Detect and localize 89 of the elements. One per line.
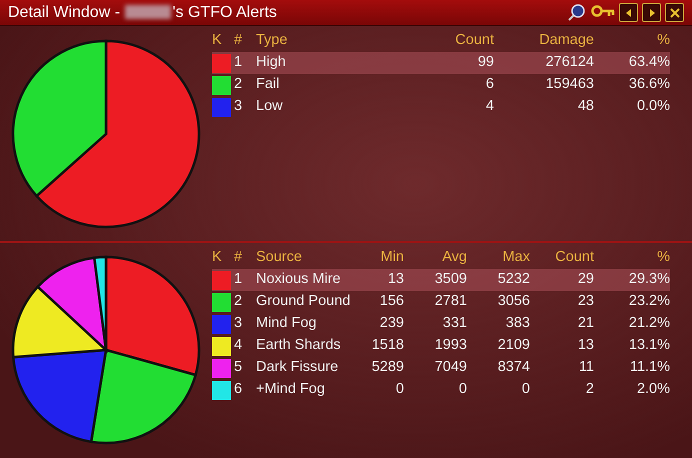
table-cell-text: 3: [234, 314, 244, 334]
table-cell-text: 276124: [544, 53, 594, 72]
table-cell-text: 2: [234, 75, 244, 94]
table-cell-text: 159463: [544, 75, 594, 94]
table-cell-text: 21: [576, 314, 594, 334]
column-header[interactable]: Count: [414, 30, 494, 52]
table-cell-text: 3056: [496, 292, 530, 312]
column-header[interactable]: #: [234, 30, 256, 52]
column-header[interactable]: Source: [256, 247, 356, 269]
table-cell-text: 4: [234, 336, 244, 356]
table-cell-text: 13: [576, 336, 594, 356]
column-header[interactable]: Type: [256, 30, 414, 52]
window-title: 's GTFO Alerts: [172, 4, 277, 20]
table-cell-text: Fail: [256, 75, 280, 94]
table-row[interactable]: 3 Low 4 48 0.0%: [212, 96, 670, 118]
table-cell-text: 63.4%: [628, 53, 670, 72]
table-cell-text: 5232: [496, 270, 530, 290]
table-cell-text: 0.0%: [636, 97, 670, 116]
column-header[interactable]: Count: [530, 247, 594, 269]
table-cell-text: 99: [476, 53, 494, 72]
column-header[interactable]: Min: [356, 247, 404, 269]
table-cell-text: 23.2%: [628, 292, 670, 312]
table-cell-text: 2109: [496, 336, 530, 356]
table-cell-text: 6: [484, 75, 494, 94]
table-cell-text: Noxious Mire: [256, 270, 342, 290]
table-row[interactable]: 1 Noxious Mire 13 3509 5232 29 29.3%: [212, 269, 670, 291]
table-cell-text: 1: [234, 270, 244, 290]
table-cell-text: 5289: [370, 358, 404, 378]
table-cell-text: 29.3%: [628, 270, 670, 290]
next-button[interactable]: [642, 3, 661, 22]
table-cell-text: 11: [578, 358, 594, 378]
table-cell-text: Dark Fissure: [256, 358, 340, 378]
table-cell-text: 331: [442, 314, 467, 334]
table-cell-text: 11.1%: [628, 358, 670, 378]
table-cell-text: 2.0%: [636, 380, 670, 400]
table-cell-text: 13: [386, 270, 404, 290]
table-row[interactable]: 6 +Mind Fog 0 0 0 2 2.0%: [212, 379, 670, 401]
table-row[interactable]: 3 Mind Fog 239 331 383 21 21.2%: [212, 313, 670, 335]
table-cell-text: Mind Fog: [256, 314, 318, 334]
table-cell-text: 13.1%: [628, 336, 670, 356]
table-cell-text: High: [256, 53, 287, 72]
table-row[interactable]: 2 Ground Pound 156 2781 3056 23 23.2%: [212, 291, 670, 313]
table-cell-text: 156: [378, 292, 404, 312]
blurred-name: [125, 5, 172, 20]
column-header[interactable]: Avg: [404, 247, 467, 269]
table-cell-text: 239: [378, 314, 404, 334]
table-cell-text: 1518: [370, 336, 404, 356]
column-header[interactable]: K: [212, 247, 234, 269]
table-cell-text: 0: [520, 380, 530, 400]
column-header[interactable]: Max: [467, 247, 530, 269]
table-cell-text: 4: [484, 97, 494, 116]
column-header[interactable]: %: [594, 30, 670, 52]
table-cell-text: 5: [234, 358, 244, 378]
table-cell-text: 21.2%: [628, 314, 670, 334]
previous-button[interactable]: [619, 3, 638, 22]
column-header[interactable]: K: [212, 30, 234, 52]
column-header[interactable]: Damage: [494, 30, 594, 52]
table-cell-text: 383: [504, 314, 530, 334]
column-header[interactable]: %: [594, 247, 670, 269]
table-row[interactable]: 5 Dark Fissure 5289 7049 8374 11 11.1%: [212, 357, 670, 379]
table-cell-text: 2: [234, 292, 244, 312]
table-cell-text: 0: [458, 380, 467, 400]
table-cell-text: 6: [234, 380, 244, 400]
table-cell-text: 1: [234, 53, 244, 72]
table-cell-text: Low: [256, 97, 284, 116]
table-cell-text: Ground Pound: [256, 292, 352, 312]
table-cell-text: 3509: [434, 270, 467, 290]
search-icon[interactable]: [567, 2, 587, 22]
table-cell-text: +Mind Fog: [256, 380, 326, 400]
table-cell-text: 36.6%: [628, 75, 670, 94]
table-cell-text: Earth Shards: [256, 336, 342, 356]
table-row[interactable]: 2 Fail 6 159463 36.6%: [212, 74, 670, 96]
table-cell-text: 2: [584, 380, 594, 400]
table-cell-text: 8374: [496, 358, 530, 378]
table-cell-text: 7049: [434, 358, 467, 378]
table-cell-text: 2781: [434, 292, 467, 312]
window-title: Detail Window -: [8, 4, 122, 20]
table-row[interactable]: 1 High 99 276124 63.4%: [212, 52, 670, 74]
table-cell-text: 3: [234, 97, 244, 116]
close-icon: [670, 8, 680, 18]
left-arrow-icon: [624, 8, 634, 18]
table-cell-text: 1993: [434, 336, 467, 356]
close-button[interactable]: [665, 3, 684, 22]
table-cell-text: 23: [576, 292, 594, 312]
column-header[interactable]: #: [234, 247, 256, 269]
table-cell-text: 0: [394, 380, 404, 400]
table-row[interactable]: 4 Earth Shards 1518 1993 2109 13 13.1%: [212, 335, 670, 357]
table-cell-text: 29: [576, 270, 594, 290]
table-cell-text: 48: [576, 97, 594, 116]
